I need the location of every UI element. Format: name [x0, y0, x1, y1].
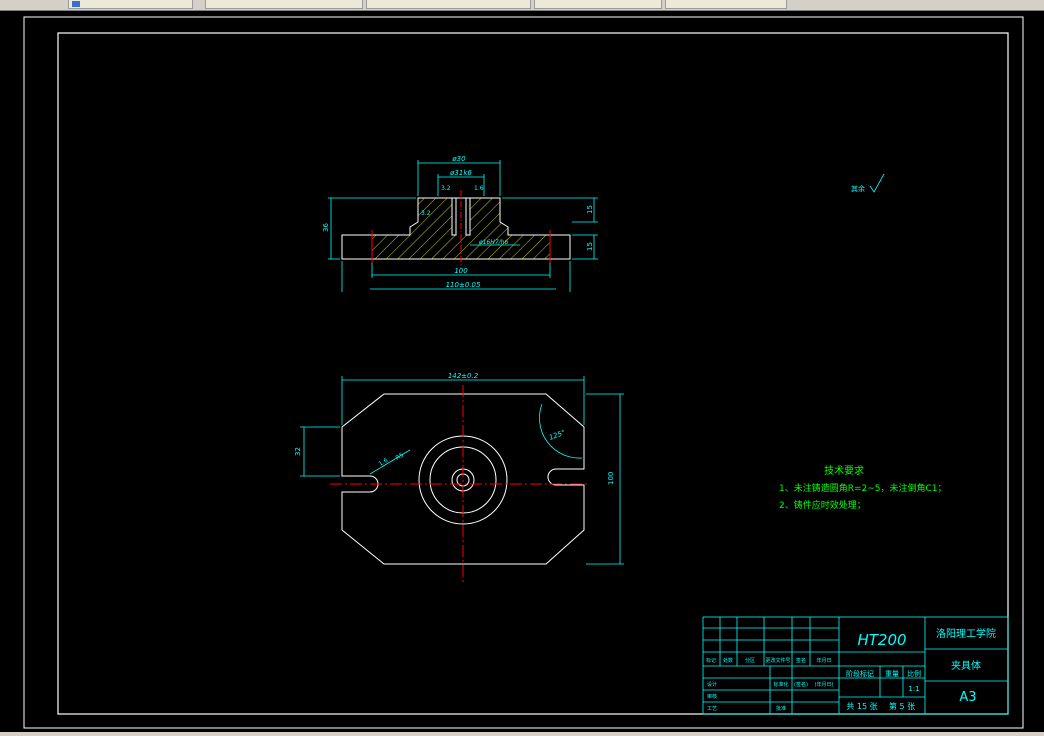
left-label-design: 设计: [707, 681, 717, 688]
tech-title: 技术要求: [824, 464, 864, 477]
roughness-symbol: [869, 173, 885, 193]
inner-frame: [57, 32, 1009, 715]
dim-height-total: 36: [322, 223, 330, 232]
left-label-review: 审核: [707, 693, 717, 700]
section-view: ø30 ø31k6 3.2 1.6 3.2 ø16H7/h6 36 15 15 …: [322, 155, 598, 292]
material-label: HT200: [857, 631, 906, 649]
ratio-label: 比例: [907, 669, 921, 678]
tab-3[interactable]: [366, 0, 531, 9]
row-label-mark: 标记: [706, 657, 716, 664]
row-label-date: 年月日: [816, 657, 831, 664]
row-label-sign: 签名: [796, 657, 806, 664]
sign-label: (签名): [794, 681, 808, 688]
stage-label: 阶段标记: [846, 669, 874, 678]
part-name: 夹具体: [951, 659, 981, 672]
tech-line-2: 2、铸件应时效处理；: [779, 499, 866, 511]
roughness-note: 其余: [851, 184, 865, 193]
dim-bore-dia: ø31k6: [449, 169, 472, 177]
dim-plan-32: 32: [294, 447, 302, 456]
dim-height-top: 15: [586, 205, 594, 214]
tab-4[interactable]: [534, 0, 662, 9]
date-label: (年月日): [815, 681, 834, 688]
left-label-process: 工艺: [707, 706, 717, 712]
scale-value: 1:1: [908, 685, 919, 693]
dim-small-radius: 1.6: [378, 457, 390, 468]
dim-roughness-right: 1.6: [474, 185, 484, 192]
dim-r5: R5: [395, 452, 406, 462]
weight-label: 重量: [885, 670, 899, 678]
plan-outline: [341, 393, 585, 565]
std-label: 标准化: [773, 681, 788, 688]
dim-width-100: 100: [454, 267, 468, 275]
sheet-size: A3: [959, 690, 976, 705]
sheet-number: 第 5 张: [889, 701, 915, 711]
bore-right: [465, 197, 471, 236]
dim-width-110: 110±0.05: [446, 281, 481, 289]
row-label-zone: 分区: [745, 657, 755, 664]
dim-plan-width: 142±0.2: [448, 372, 479, 380]
dim-roughness-side: 3.2: [421, 210, 431, 217]
school-name: 洛阳理工学院: [936, 627, 996, 640]
drawing-file-icon: [72, 1, 80, 7]
tab-2[interactable]: [205, 0, 363, 9]
approve-label: 批准: [776, 705, 786, 712]
row-label-count: 处数: [723, 657, 733, 664]
tech-line-1: 1、未注铸造圆角R=2~5，未注倒角C1；: [779, 482, 947, 494]
outer-border: [23, 16, 1024, 729]
row-label-change: 更改文件号: [765, 657, 790, 664]
bore-left: [451, 197, 457, 236]
status-strip: [0, 732, 1044, 736]
dim-fit: ø16H7/h6: [478, 239, 508, 246]
total-sheets: 共 15 张: [846, 702, 877, 711]
cad-drawing-canvas[interactable]: ø30 ø31k6 3.2 1.6 3.2 ø16H7/h6 36 15 15 …: [0, 11, 1044, 736]
dim-height-bottom: 15: [586, 242, 594, 251]
dim-roughness-left: 3.2: [441, 185, 451, 192]
dim-outer-dia: ø30: [451, 155, 466, 163]
plan-view: 142±0.2 100 32 125° 1.6 R5: [294, 372, 624, 585]
tab-1[interactable]: [68, 0, 193, 9]
dim-plan-height: 100: [607, 472, 615, 485]
drawing-tab-bar: [0, 0, 1044, 11]
dim-angle: 125°: [548, 429, 567, 442]
tab-5[interactable]: [665, 0, 787, 9]
